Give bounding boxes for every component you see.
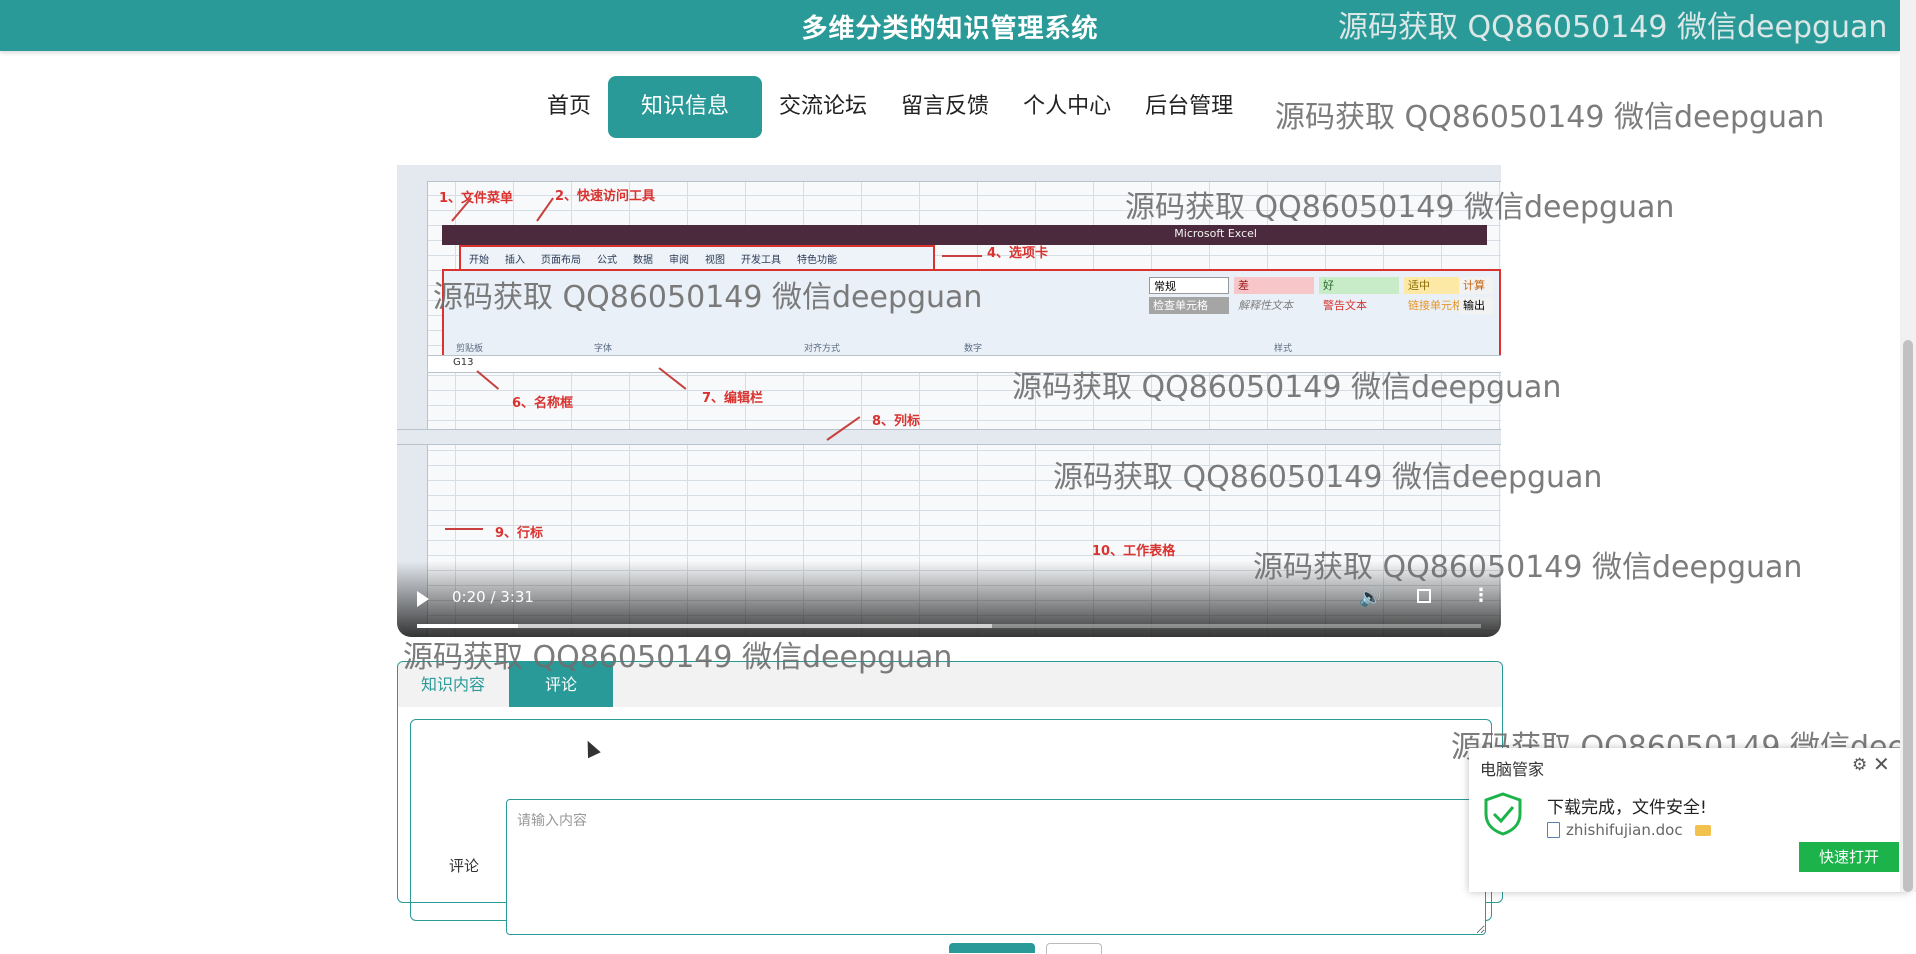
group-label: 样式 bbox=[1274, 344, 1293, 354]
nav-knowledge-info[interactable]: 知识信息 bbox=[608, 76, 763, 138]
excel-window-title: Microsoft Excel bbox=[1174, 227, 1257, 240]
excel-tab: 开始 bbox=[469, 254, 489, 266]
more-options-icon[interactable]: ⋮ bbox=[1472, 585, 1490, 606]
group-label: 数字 bbox=[964, 344, 983, 354]
volume-icon[interactable]: 🔊 bbox=[1359, 587, 1381, 608]
close-icon[interactable]: ✕ bbox=[1873, 752, 1890, 776]
page-scrollbar[interactable] bbox=[1900, 0, 1916, 892]
reset-button[interactable] bbox=[1046, 943, 1102, 954]
group-label: 字体 bbox=[594, 344, 613, 354]
style-explanatory: 解释性文本 bbox=[1238, 299, 1293, 312]
excel-tab: 审阅 bbox=[669, 254, 689, 266]
nav-admin[interactable]: 后台管理 bbox=[1128, 76, 1250, 138]
video-player[interactable]: Microsoft Excel 开始 插入 页面布局 公式 数据 审阅 视图 开… bbox=[397, 165, 1501, 637]
group-label: 剪贴板 bbox=[456, 344, 484, 354]
header-bar: 多维分类的知识管理系统 bbox=[0, 0, 1900, 51]
annotation-arrow bbox=[445, 528, 483, 530]
quick-open-button[interactable]: 快速打开 bbox=[1799, 842, 1899, 872]
folder-icon[interactable] bbox=[1694, 824, 1711, 836]
video-progress-bar[interactable] bbox=[417, 624, 1481, 628]
tab-comments[interactable]: 评论 bbox=[509, 662, 613, 707]
nav-forum[interactable]: 交流论坛 bbox=[762, 76, 884, 138]
content-tabs-panel: 知识内容 评论 评论 bbox=[397, 661, 1503, 954]
annotation-label: 6、名称框 bbox=[512, 396, 574, 411]
notification-title: 电脑管家 bbox=[1480, 760, 1545, 779]
excel-name-box: G13 bbox=[453, 357, 474, 368]
excel-formula-bar: G13 bbox=[427, 355, 1501, 373]
annotation-label: 8、列标 bbox=[872, 414, 921, 429]
nav-personal-center[interactable]: 个人中心 bbox=[1006, 76, 1128, 138]
file-name[interactable]: zhishifujian.doc bbox=[1566, 821, 1683, 839]
style-check-cell: 检查单元格 bbox=[1149, 297, 1229, 314]
style-warning: 警告文本 bbox=[1323, 299, 1367, 312]
excel-column-header bbox=[397, 165, 1501, 182]
excel-ribbon: 常规 差 好 适中 计算 检查单元格 解释性文本 警告文本 链接单元格 输出 剪… bbox=[442, 269, 1501, 359]
excel-tab: 数据 bbox=[633, 254, 653, 266]
watermark-text: 源码获取 QQ86050149 微信deepguan bbox=[1275, 100, 1825, 135]
fullscreen-icon[interactable] bbox=[1417, 589, 1431, 603]
downloaded-file: zhishifujian.doc bbox=[1547, 821, 1711, 839]
annotation-arrow bbox=[942, 255, 982, 257]
download-notification: 电脑管家 ⚙ ✕ 下载完成，文件安全! zhishifujian.doc 快速打… bbox=[1469, 748, 1909, 892]
excel-tab: 特色功能 bbox=[797, 254, 837, 266]
excel-tab: 公式 bbox=[597, 254, 617, 266]
play-icon[interactable] bbox=[417, 591, 429, 607]
video-time: 0:20 / 3:31 bbox=[452, 588, 534, 606]
excel-column-header-2 bbox=[397, 429, 1501, 445]
annotation-label: 10、工作表格 bbox=[1092, 544, 1176, 559]
scrollbar-thumb[interactable] bbox=[1903, 340, 1913, 892]
style-normal: 常规 bbox=[1149, 277, 1229, 294]
excel-title-bar: Microsoft Excel bbox=[442, 225, 1487, 245]
group-label: 对齐方式 bbox=[804, 344, 841, 354]
excel-tab: 开发工具 bbox=[741, 254, 781, 266]
nav-feedback[interactable]: 留言反馈 bbox=[884, 76, 1006, 138]
style-output: 输出 bbox=[1459, 297, 1493, 314]
tab-knowledge-content[interactable]: 知识内容 bbox=[398, 662, 508, 707]
excel-tab: 页面布局 bbox=[541, 254, 581, 266]
main-nav: 首页 知识信息 交流论坛 留言反馈 个人中心 后台管理 bbox=[530, 76, 1250, 138]
submit-button[interactable] bbox=[949, 943, 1035, 953]
nav-home[interactable]: 首页 bbox=[530, 76, 608, 138]
style-calc: 计算 bbox=[1459, 277, 1493, 294]
comment-input[interactable] bbox=[506, 799, 1486, 935]
annotation-label: 1、文件菜单 bbox=[439, 191, 514, 206]
video-controls: 0:20 / 3:31 🔊 ⋮ bbox=[397, 561, 1501, 637]
comment-label: 评论 bbox=[449, 857, 480, 875]
annotation-label: 7、编辑栏 bbox=[702, 391, 764, 406]
shield-check-icon bbox=[1484, 792, 1522, 836]
annotation-label: 4、选项卡 bbox=[987, 246, 1049, 261]
style-good: 好 bbox=[1319, 277, 1399, 294]
site-title: 多维分类的知识管理系统 bbox=[801, 14, 1099, 44]
excel-ribbon-tabs: 开始 插入 页面布局 公式 数据 审阅 视图 开发工具 特色功能 bbox=[459, 245, 935, 271]
tabs-header: 知识内容 评论 bbox=[398, 662, 1502, 707]
annotation-label: 9、行标 bbox=[495, 526, 544, 541]
style-bad: 差 bbox=[1234, 277, 1314, 294]
video-played bbox=[417, 624, 519, 628]
excel-tab: 视图 bbox=[705, 254, 725, 266]
doc-file-icon bbox=[1547, 822, 1560, 838]
annotation-label: 2、快速访问工具 bbox=[555, 189, 656, 204]
excel-tab: 插入 bbox=[505, 254, 525, 266]
notification-message: 下载完成，文件安全! bbox=[1547, 798, 1707, 818]
comment-form: 评论 bbox=[410, 719, 1492, 954]
gear-icon[interactable]: ⚙ bbox=[1852, 755, 1867, 775]
